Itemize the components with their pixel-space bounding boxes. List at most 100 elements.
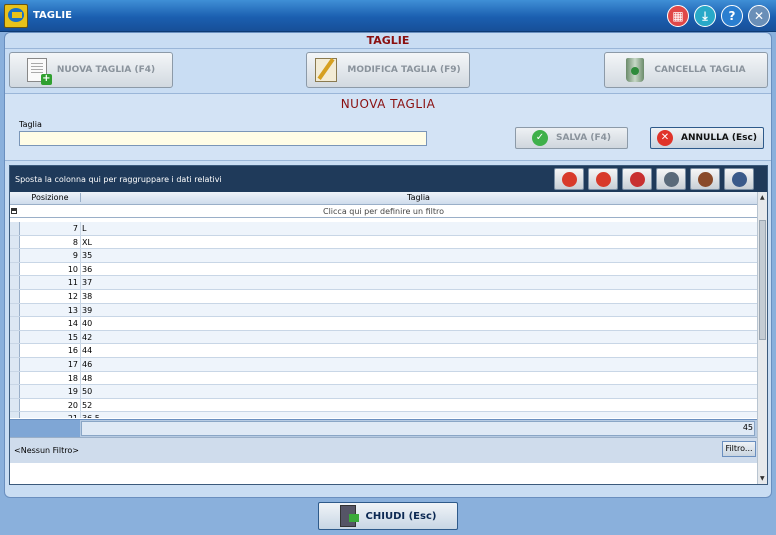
grid-rows: 7 L 8 XL 9 35 10 36 11 37 12 38 13 39 14 40 15 42 16 44 17 46… bbox=[10, 222, 757, 418]
row-selector[interactable] bbox=[10, 412, 20, 418]
table-row[interactable]: 13 39 bbox=[10, 303, 757, 318]
vertical-scrollbar[interactable]: ▲ ▼ bbox=[757, 192, 767, 484]
row-selector[interactable] bbox=[10, 357, 20, 371]
app-logo-icon bbox=[4, 4, 28, 28]
cancel-icon: ✕ bbox=[657, 130, 673, 146]
help-icon[interactable]: ? bbox=[721, 5, 743, 27]
filter-hint: Clicca qui per definire un filtro bbox=[322, 207, 445, 216]
cell-size: 46 bbox=[80, 357, 756, 371]
delete-size-label: CANCELLA TAGLIA bbox=[654, 65, 746, 75]
save-button[interactable]: ✓ SALVA (F4) bbox=[515, 127, 628, 149]
table-row[interactable]: 9 35 bbox=[10, 249, 757, 263]
row-selector[interactable] bbox=[10, 235, 20, 249]
new-size-button[interactable]: + NUOVA TAGLIA (F4) bbox=[9, 52, 173, 88]
summary-row: 45 bbox=[10, 419, 757, 437]
column-header-size[interactable]: Taglia bbox=[80, 193, 756, 202]
cancel-button[interactable]: ✕ ANNULLA (Esc) bbox=[650, 127, 764, 149]
table-row[interactable]: 7L bbox=[10, 222, 757, 236]
filter-row[interactable]: Clicca qui per definire un filtro bbox=[10, 205, 757, 218]
close-window-label: CHIUDI (Esc) bbox=[365, 510, 437, 522]
main-frame: TAGLIE + NUOVA TAGLIA (F4) MODIFICA TAGL… bbox=[4, 32, 772, 498]
row-selector[interactable] bbox=[10, 344, 20, 357]
row-selector[interactable] bbox=[10, 276, 20, 289]
table-row[interactable]: 8 XL bbox=[10, 235, 757, 250]
cell-size: 36.5 bbox=[80, 412, 756, 418]
row-selector[interactable] bbox=[10, 289, 20, 303]
title-bar: TAGLIE ▦ ⤓? ✕ bbox=[0, 0, 776, 32]
cell-position: 19 bbox=[67, 387, 78, 397]
download-icon[interactable]: ⤓ bbox=[694, 5, 716, 27]
delete-size-button[interactable]: CANCELLA TAGLIA bbox=[604, 52, 768, 88]
edit-document-icon bbox=[315, 58, 338, 82]
cell-position: 13 bbox=[67, 305, 78, 315]
sizes-grid: Sposta la colonna qui per raggruppare i … bbox=[9, 165, 768, 485]
row-selector[interactable] bbox=[10, 303, 20, 317]
calculator-icon[interactable]: ▦ bbox=[667, 5, 689, 27]
row-selector[interactable] bbox=[10, 222, 20, 235]
move-down-icon bbox=[562, 172, 577, 187]
size-input[interactable] bbox=[19, 131, 427, 146]
close-window-button[interactable]: CHIUDI (Esc) bbox=[318, 502, 458, 530]
cell-position: 10 bbox=[67, 264, 78, 274]
edit-size-button[interactable]: MODIFICA TAGLIA (F9) bbox=[306, 52, 470, 88]
table-row[interactable]: 18 48 bbox=[10, 371, 757, 386]
table-row[interactable]: 12 38 bbox=[10, 289, 757, 304]
section-title: TAGLIE bbox=[5, 33, 771, 49]
cell-position: 11 bbox=[67, 278, 78, 288]
scroll-up-icon[interactable]: ▲ bbox=[760, 194, 765, 201]
group-hint: Sposta la colonna qui per raggruppare i … bbox=[15, 175, 222, 184]
scroll-down-icon[interactable]: ▼ bbox=[760, 475, 765, 482]
cell-size: 40 bbox=[80, 317, 756, 330]
close-icon[interactable]: ✕ bbox=[748, 5, 770, 27]
table-row[interactable]: 17 46 bbox=[10, 357, 757, 372]
group-by-area[interactable]: Sposta la colonna qui per raggruppare i … bbox=[10, 166, 767, 192]
filter-icon bbox=[11, 208, 17, 214]
size-field-label: Taglia bbox=[19, 120, 42, 129]
cell-size: 52 bbox=[80, 398, 756, 412]
row-selector[interactable] bbox=[10, 249, 20, 262]
table-row[interactable]: 10 36 bbox=[10, 262, 757, 277]
row-selector[interactable] bbox=[10, 317, 20, 330]
row-selector[interactable] bbox=[10, 398, 20, 412]
cell-position: 18 bbox=[67, 373, 78, 383]
summary-total: 45 bbox=[742, 423, 753, 432]
table-row[interactable]: 2136.5 bbox=[10, 412, 757, 418]
size-form-panel: NUOVA TAGLIA Taglia ✓ SALVA (F4) ✕ ANNUL… bbox=[5, 93, 771, 161]
cell-position: 15 bbox=[67, 332, 78, 342]
table-row[interactable]: 11 37 bbox=[10, 276, 757, 290]
row-selector[interactable] bbox=[10, 330, 20, 344]
report-button[interactable] bbox=[724, 168, 754, 190]
move-up-button[interactable] bbox=[588, 168, 618, 190]
print-icon bbox=[664, 172, 679, 187]
cell-size: 44 bbox=[80, 344, 756, 357]
table-row[interactable]: 20 52 bbox=[10, 398, 757, 413]
save-label: SALVA (F4) bbox=[555, 133, 612, 143]
cell-size: 42 bbox=[80, 330, 756, 344]
cell-position: 12 bbox=[67, 291, 78, 301]
cell-size: 35 bbox=[80, 249, 756, 262]
edit-size-label: MODIFICA TAGLIA (F9) bbox=[347, 65, 461, 75]
exit-door-icon bbox=[339, 505, 359, 527]
scroll-thumb[interactable] bbox=[759, 220, 766, 340]
row-selector[interactable] bbox=[10, 385, 20, 398]
column-header-position[interactable]: Posizione bbox=[20, 193, 80, 202]
new-document-icon: + bbox=[26, 58, 52, 85]
table-row[interactable]: 19 50 bbox=[10, 385, 757, 399]
check-icon: ✓ bbox=[531, 130, 548, 146]
recycle-bin-icon bbox=[626, 58, 645, 82]
export-icon bbox=[630, 172, 645, 187]
move-up-icon bbox=[596, 172, 611, 187]
cell-size: 48 bbox=[80, 371, 756, 385]
table-row[interactable]: 14 40 bbox=[10, 317, 757, 331]
move-down-button[interactable] bbox=[554, 168, 584, 190]
table-row[interactable]: 16 44 bbox=[10, 344, 757, 358]
row-selector[interactable] bbox=[10, 262, 20, 276]
binoculars-button[interactable] bbox=[690, 168, 720, 190]
row-selector[interactable] bbox=[10, 371, 20, 385]
print-button[interactable] bbox=[656, 168, 686, 190]
filter-button[interactable]: Filtro... bbox=[722, 441, 756, 457]
table-row[interactable]: 15 42 bbox=[10, 330, 757, 345]
cell-position: 20 bbox=[67, 400, 78, 410]
cell-size: L bbox=[80, 222, 756, 235]
export-button[interactable] bbox=[622, 168, 652, 190]
